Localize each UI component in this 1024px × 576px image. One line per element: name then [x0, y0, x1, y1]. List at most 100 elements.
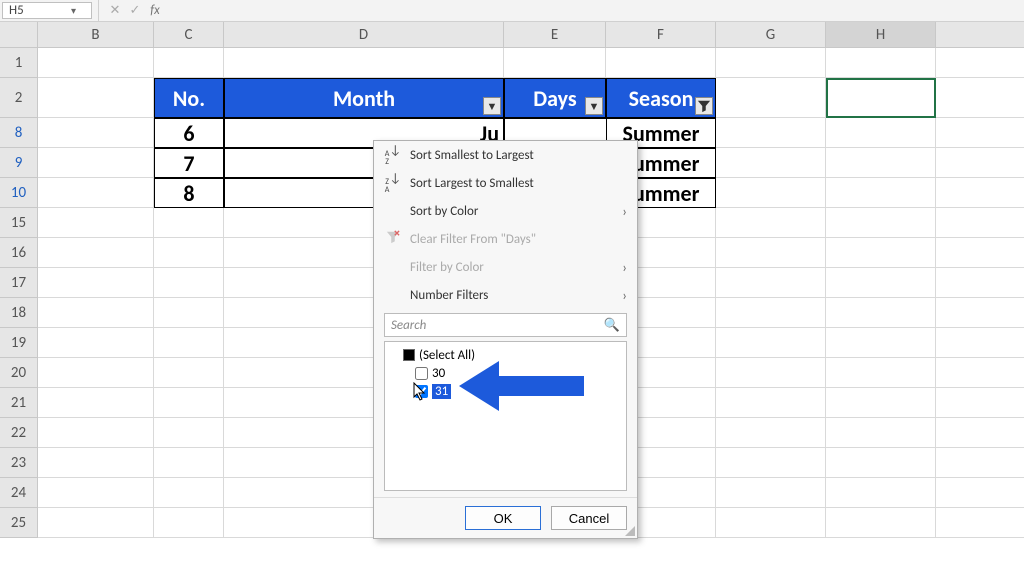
row-header-17[interactable]: 17	[0, 268, 38, 298]
row-header-2[interactable]: 2	[0, 78, 38, 118]
cell[interactable]	[716, 508, 826, 538]
filter-button-days[interactable]: ▼	[585, 97, 603, 115]
cell[interactable]	[154, 48, 224, 78]
cell[interactable]	[936, 178, 1024, 208]
row-header-9[interactable]: 9	[0, 148, 38, 178]
cell[interactable]	[826, 508, 936, 538]
checkbox-mixed-icon[interactable]	[403, 349, 415, 361]
cell[interactable]	[38, 418, 154, 448]
cell[interactable]	[936, 478, 1024, 508]
col-header-D[interactable]: D	[224, 22, 504, 48]
cell[interactable]	[826, 148, 936, 178]
row-header-16[interactable]: 16	[0, 238, 38, 268]
cell[interactable]	[936, 328, 1024, 358]
col-header-G[interactable]: G	[716, 22, 826, 48]
cell[interactable]	[716, 78, 826, 118]
cell[interactable]	[826, 118, 936, 148]
cell[interactable]	[38, 358, 154, 388]
table-cell-no[interactable]: 7	[154, 148, 224, 178]
filter-button-season[interactable]	[695, 97, 713, 115]
cell[interactable]	[826, 328, 936, 358]
select-all-corner[interactable]	[0, 22, 38, 48]
row-header-18[interactable]: 18	[0, 298, 38, 328]
table-header-no[interactable]: No.	[154, 78, 224, 118]
cell[interactable]	[826, 268, 936, 298]
cell[interactable]	[826, 358, 936, 388]
cell[interactable]	[154, 268, 224, 298]
row-header-23[interactable]: 23	[0, 448, 38, 478]
selected-cell[interactable]	[826, 78, 936, 118]
cell[interactable]	[154, 238, 224, 268]
cell[interactable]	[936, 48, 1024, 78]
cell[interactable]	[826, 478, 936, 508]
cell[interactable]	[936, 508, 1024, 538]
sort-by-color[interactable]: Sort by Color ›	[374, 197, 637, 225]
cell[interactable]	[154, 418, 224, 448]
table-header-season[interactable]: Season	[606, 78, 716, 118]
cell[interactable]	[38, 178, 154, 208]
col-header-E[interactable]: E	[504, 22, 606, 48]
cell[interactable]	[606, 48, 716, 78]
col-header-B[interactable]: B	[38, 22, 154, 48]
row-header-10[interactable]: 10	[0, 178, 38, 208]
cell[interactable]	[38, 48, 154, 78]
filter-values-tree[interactable]: (Select All) 30 31	[384, 341, 627, 491]
cell[interactable]	[38, 298, 154, 328]
cell[interactable]	[936, 358, 1024, 388]
cell[interactable]	[826, 298, 936, 328]
cell[interactable]	[154, 448, 224, 478]
row-header-8[interactable]: 8	[0, 118, 38, 148]
cell[interactable]	[716, 358, 826, 388]
cell[interactable]	[936, 418, 1024, 448]
row-header-19[interactable]: 19	[0, 328, 38, 358]
cell[interactable]	[936, 238, 1024, 268]
cell[interactable]	[936, 208, 1024, 238]
cell[interactable]	[504, 48, 606, 78]
filter-button-month[interactable]: ▼	[483, 97, 501, 115]
cell[interactable]	[224, 48, 504, 78]
filter-item-30[interactable]: 30	[391, 364, 620, 382]
cell[interactable]	[716, 178, 826, 208]
table-cell-no[interactable]: 6	[154, 118, 224, 148]
cell[interactable]	[936, 78, 1024, 118]
cell[interactable]	[38, 448, 154, 478]
cell[interactable]	[154, 298, 224, 328]
row-header-1[interactable]: 1	[0, 48, 38, 78]
cell[interactable]	[936, 388, 1024, 418]
table-header-days[interactable]: Days ▼	[504, 78, 606, 118]
cell[interactable]	[936, 448, 1024, 478]
cell[interactable]	[936, 298, 1024, 328]
cell[interactable]	[716, 238, 826, 268]
cell[interactable]	[826, 48, 936, 78]
row-header-15[interactable]: 15	[0, 208, 38, 238]
cell[interactable]	[716, 118, 826, 148]
cell[interactable]	[716, 148, 826, 178]
col-header-F[interactable]: F	[606, 22, 716, 48]
cell[interactable]	[38, 148, 154, 178]
cell[interactable]	[38, 478, 154, 508]
cell[interactable]	[154, 508, 224, 538]
row-header-25[interactable]: 25	[0, 508, 38, 538]
row-header-22[interactable]: 22	[0, 418, 38, 448]
cell[interactable]	[826, 178, 936, 208]
ok-button[interactable]: OK	[465, 506, 541, 530]
resize-grip-icon[interactable]	[625, 526, 635, 536]
cell[interactable]	[716, 418, 826, 448]
cell[interactable]	[936, 268, 1024, 298]
name-box[interactable]: H5 ▾	[2, 2, 92, 19]
cell[interactable]	[154, 388, 224, 418]
cell[interactable]	[716, 478, 826, 508]
chevron-down-icon[interactable]: ▾	[71, 4, 85, 17]
cell[interactable]	[716, 298, 826, 328]
col-header-extra[interactable]	[936, 22, 1024, 48]
fx-icon[interactable]: fx	[145, 0, 165, 21]
cell[interactable]	[826, 448, 936, 478]
cell[interactable]	[716, 48, 826, 78]
col-header-H[interactable]: H	[826, 22, 936, 48]
cell[interactable]	[38, 118, 154, 148]
cell[interactable]	[38, 388, 154, 418]
cell[interactable]	[826, 418, 936, 448]
table-cell-no[interactable]: 8	[154, 178, 224, 208]
row-header-20[interactable]: 20	[0, 358, 38, 388]
sort-descending[interactable]: ZA↓ Sort Largest to Smallest	[374, 169, 637, 197]
